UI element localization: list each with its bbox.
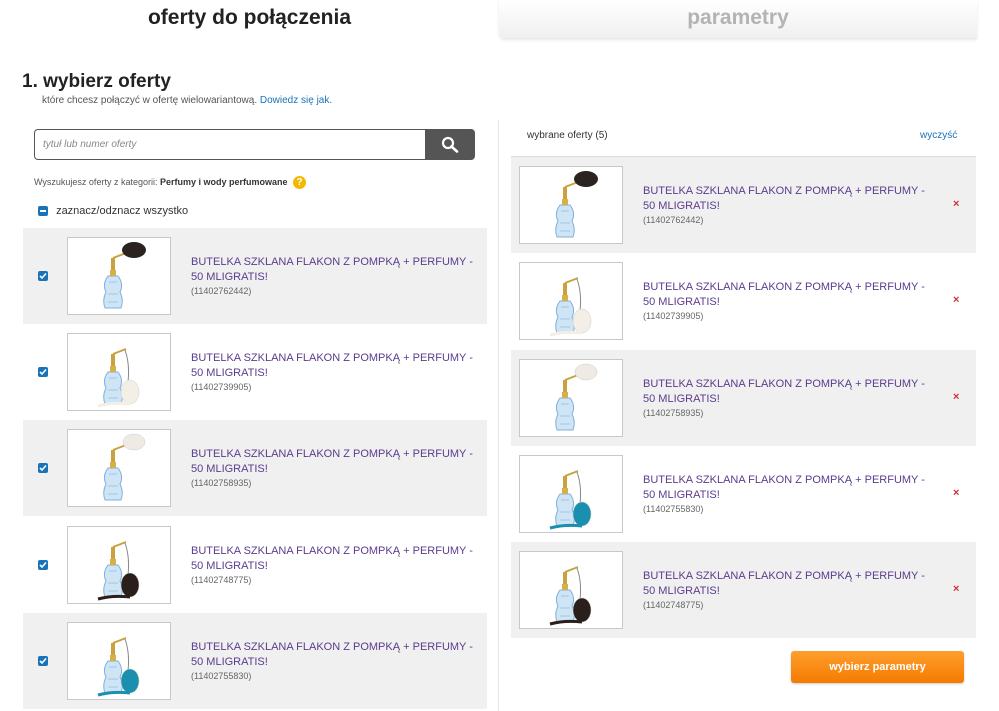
offer-id: (11402755830) — [191, 671, 252, 681]
offer-thumbnail[interactable] — [67, 526, 171, 604]
product-thumbnail-image — [555, 171, 598, 238]
search-button[interactable] — [425, 129, 475, 160]
tab-offers-to-merge[interactable]: oferty do połączenia — [0, 0, 499, 38]
category-prefix: Wyszukujesz oferty z kategorii: — [34, 176, 158, 187]
remove-icon[interactable]: × — [953, 198, 959, 210]
step-title: 1. wybierz oferty — [22, 71, 171, 92]
offer-row: BUTELKA SZKLANA FLAKON Z POMPKĄ + PERFUM… — [23, 420, 487, 516]
product-thumbnail-image — [97, 637, 140, 697]
remove-icon[interactable]: × — [953, 583, 959, 595]
selected-row: BUTELKA SZKLANA FLAKON Z POMPKĄ + PERFUM… — [511, 446, 976, 542]
offer-checkbox[interactable] — [38, 463, 48, 473]
remove-icon[interactable]: × — [953, 391, 959, 403]
selected-offer-id: (11402758935) — [643, 408, 704, 418]
product-thumbnail-image — [103, 433, 146, 501]
selected-offer-id: (11402755830) — [643, 504, 704, 514]
selected-row: BUTELKA SZKLANA FLAKON Z POMPKĄ + PERFUM… — [511, 542, 976, 638]
offer-checkbox[interactable] — [38, 656, 48, 666]
product-thumbnail-image — [555, 363, 598, 431]
product-thumbnail-image — [97, 348, 140, 408]
selected-title-link[interactable]: BUTELKA SZKLANA FLAKON Z POMPKĄ + PERFUM… — [643, 377, 938, 407]
offer-row: BUTELKA SZKLANA FLAKON Z POMPKĄ + PERFUM… — [23, 613, 487, 709]
remove-icon[interactable]: × — [953, 294, 959, 306]
offer-row: BUTELKA SZKLANA FLAKON Z POMPKĄ + PERFUM… — [23, 324, 487, 420]
step-subtitle: które chcesz połączyć w ofertę wielowari… — [42, 95, 332, 106]
selected-header: wybrane oferty (5) — [527, 130, 608, 141]
selected-thumbnail[interactable] — [519, 455, 623, 533]
selected-offer-id: (11402762442) — [643, 215, 704, 225]
tab-parameters[interactable]: parametry — [499, 0, 977, 38]
help-icon[interactable]: ? — [293, 176, 307, 189]
selected-thumbnail[interactable] — [519, 551, 623, 629]
selected-title-link[interactable]: BUTELKA SZKLANA FLAKON Z POMPKĄ + PERFUM… — [643, 280, 938, 310]
selected-thumbnail[interactable] — [519, 166, 623, 244]
offer-row: BUTELKA SZKLANA FLAKON Z POMPKĄ + PERFUM… — [23, 517, 487, 613]
offer-title-link[interactable]: BUTELKA SZKLANA FLAKON Z POMPKĄ + PERFUM… — [191, 351, 481, 381]
offer-row: BUTELKA SZKLANA FLAKON Z POMPKĄ + PERFUM… — [23, 228, 487, 324]
offer-title-link[interactable]: BUTELKA SZKLANA FLAKON Z POMPKĄ + PERFUM… — [191, 447, 481, 477]
offer-id: (11402762442) — [191, 286, 252, 296]
offer-title-link[interactable]: BUTELKA SZKLANA FLAKON Z POMPKĄ + PERFUM… — [191, 544, 481, 574]
product-thumbnail-image — [97, 541, 140, 601]
offer-thumbnail[interactable] — [67, 333, 171, 411]
offer-id: (11402739905) — [191, 382, 252, 392]
selected-title-link[interactable]: BUTELKA SZKLANA FLAKON Z POMPKĄ + PERFUM… — [643, 473, 938, 503]
offer-title-link[interactable]: BUTELKA SZKLANA FLAKON Z POMPKĄ + PERFUM… — [191, 640, 481, 670]
category-info: Wyszukujesz oferty z kategorii: Perfumy … — [34, 176, 307, 189]
offer-checkbox[interactable] — [38, 367, 48, 377]
column-divider — [498, 120, 499, 711]
offer-title-link[interactable]: BUTELKA SZKLANA FLAKON Z POMPKĄ + PERFUM… — [191, 255, 481, 285]
product-thumbnail-image — [549, 470, 592, 530]
product-thumbnail-image — [103, 242, 146, 309]
product-thumbnail-image — [549, 277, 592, 337]
selected-row: BUTELKA SZKLANA FLAKON Z POMPKĄ + PERFUM… — [511, 253, 976, 349]
selected-thumbnail[interactable] — [519, 262, 623, 340]
product-thumbnail-image — [549, 566, 592, 626]
step-subtitle-text: które chcesz połączyć w ofertę wielowari… — [42, 95, 258, 106]
toggle-all[interactable]: zaznacz/odznacz wszystko — [38, 205, 188, 217]
search-icon — [441, 136, 459, 153]
offer-id: (11402748775) — [191, 575, 252, 585]
selected-offer-id: (11402748775) — [643, 600, 704, 610]
toggle-all-label: zaznacz/odznacz wszystko — [56, 205, 189, 217]
offer-thumbnail[interactable] — [67, 237, 171, 315]
selected-offer-id: (11402739905) — [643, 311, 704, 321]
remove-icon[interactable]: × — [953, 487, 959, 499]
selected-thumbnail[interactable] — [519, 359, 623, 437]
selected-title-link[interactable]: BUTELKA SZKLANA FLAKON Z POMPKĄ + PERFUM… — [643, 569, 938, 599]
choose-parameters-button[interactable]: wybierz parametry — [791, 651, 964, 683]
offer-thumbnail[interactable] — [67, 622, 171, 700]
selected-row: BUTELKA SZKLANA FLAKON Z POMPKĄ + PERFUM… — [511, 157, 976, 253]
offer-id: (11402758935) — [191, 478, 252, 488]
offer-thumbnail[interactable] — [67, 429, 171, 507]
toggle-all-checkbox[interactable] — [38, 206, 48, 217]
offer-checkbox[interactable] — [38, 271, 48, 281]
learn-more-link[interactable]: Dowiedz się jak. — [260, 95, 332, 106]
selected-row: BUTELKA SZKLANA FLAKON Z POMPKĄ + PERFUM… — [511, 350, 976, 446]
clear-link[interactable]: wyczyść — [920, 130, 957, 141]
search-input[interactable]: tytuł lub numer oferty — [34, 129, 426, 160]
offer-checkbox[interactable] — [38, 560, 48, 570]
selected-title-link[interactable]: BUTELKA SZKLANA FLAKON Z POMPKĄ + PERFUM… — [643, 184, 938, 214]
category-name: Perfumy i wody perfumowane — [159, 176, 288, 187]
